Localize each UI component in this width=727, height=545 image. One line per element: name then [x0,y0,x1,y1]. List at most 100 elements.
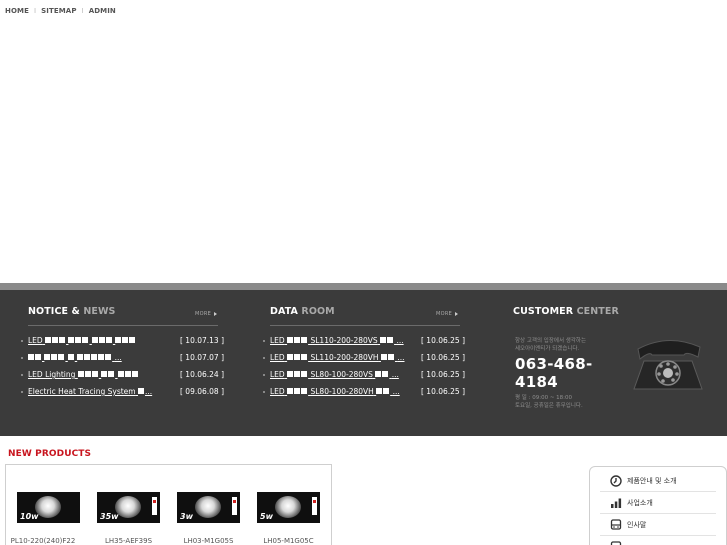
bullet-icon [263,339,265,342]
bullet-icon [263,390,265,393]
notice-item-date: [ 10.06.24 ] [180,370,225,379]
product-watt: 5w [260,512,273,521]
quick-menu-label: 제품안내 및 소개 [627,477,677,485]
band-top-stripe [0,283,727,290]
arrow-right-icon [214,312,218,316]
bullet-icon [21,356,23,359]
dataroom-title: DATA ROOM [270,306,335,317]
dataroom-more-link[interactable]: MORE [436,311,459,317]
notice-item[interactable]: ... [ 10.07.07 ] [21,349,224,366]
notice-item-title[interactable]: Electric Heat Tracing System ... [28,387,152,396]
notice-more-link[interactable]: MORE [195,311,218,317]
lamp-image [195,496,221,518]
notice-item[interactable]: Electric Heat Tracing System ... [ 09.06… [21,383,224,400]
bullet-icon [263,373,265,376]
quick-menu-label: 사업소개 [627,499,653,507]
dataroom-item-date: [ 10.06.25 ] [421,353,466,362]
product-item[interactable]: 3w LH03-M1G05S [177,492,240,545]
bullet-icon [21,390,23,393]
product-thumbnail[interactable]: 5w [257,492,320,523]
divider [600,513,716,514]
notice-title: NOTICE & NEWS [28,306,116,317]
notice-item-date: [ 10.07.13 ] [180,336,225,345]
nav-sitemap-link[interactable]: SITEMAP [41,7,76,15]
dataroom-item-title[interactable]: LED SL80-100-280VS ... [270,370,399,379]
dataroom-item-date: [ 10.06.25 ] [421,387,466,396]
product-item[interactable]: 10w PL10-220(240)F22 [11,492,80,545]
nav-admin-link[interactable]: ADMIN [89,7,116,15]
dataroom-item-title[interactable]: LED SL110-200-280VS ... [270,336,404,345]
dataroom-item-title[interactable]: LED SL110-200-280VH ... [270,353,405,362]
dataroom-item-title[interactable]: LED SL80-100-280VH ... [270,387,400,396]
dataroom-section: DATA ROOM MORE LED SL110-200-280VS ... [… [263,306,465,396]
product-thumbnail[interactable]: 3w [177,492,240,523]
bullet-icon [21,339,23,342]
notice-item-title[interactable]: LED [28,336,136,345]
product-name[interactable]: LH35-AEF39S [97,537,160,545]
divider [28,325,218,326]
product-watt: 10w [20,512,39,521]
notice-section: NOTICE & NEWS MORE LED [ 10.07.13 ] ... … [21,306,224,396]
bus-icon [610,541,622,545]
product-item[interactable]: 35w LH35-AEF39S [97,492,160,545]
quick-menu: 제품안내 및 소개 사업소개 인사말 [589,466,727,545]
nav-separator: I [81,7,84,15]
divider [270,325,460,326]
page: HOME I SITEMAP I ADMIN NOTICE & NEWS MOR… [0,0,727,545]
divider [600,491,716,492]
notice-item-date: [ 09.06.08 ] [180,387,225,396]
new-products-box: 10w PL10-220(240)F22 35w LH35-AEF39S 3w … [5,464,332,545]
lamp-image [275,496,301,518]
clock-icon [610,475,622,487]
dataroom-item-date: [ 10.06.25 ] [421,336,466,345]
bullet-icon [21,373,23,376]
customer-phone-number: 063-468-4184 [515,355,593,391]
customer-hours: 평 일 : 09:00 ~ 18:00 [515,395,573,401]
new-products-title: NEW PRODUCTS [8,449,92,459]
notice-item-date: [ 10.07.07 ] [180,353,225,362]
notice-item-title[interactable]: LED Lighting [28,370,139,379]
customer-title: CUSTOMER CENTER [513,306,619,317]
bus-icon [610,519,622,530]
product-watt: 35w [100,512,119,521]
customer-hours: 토요일, 공휴일은 휴무입니다. [515,403,583,409]
customer-slogan: 세오아이엔티가 되겠습니다. [515,346,580,352]
product-name[interactable]: LH03-M1G05S [177,537,240,545]
bullet-icon [263,356,265,359]
product-item[interactable]: 5w LH05-M1G05C [257,492,320,545]
product-thumbnail[interactable]: 35w [97,492,160,523]
product-tag-icon [152,497,157,515]
product-watt: 3w [180,512,193,521]
customer-slogan: 항상 고객의 입장에서 생각하는 [515,338,587,344]
quick-menu-label: 인사말 [627,521,647,529]
product-name[interactable]: LH05-M1G05C [257,537,320,545]
product-tag-icon [312,497,317,515]
quick-menu-item-business[interactable]: 사업소개 [610,497,653,509]
bar-chart-icon [611,498,622,508]
notice-list: LED [ 10.07.13 ] ... [ 10.07.07 ] LED Li… [21,332,224,400]
info-band: NOTICE & NEWS MORE LED [ 10.07.13 ] ... … [0,290,727,436]
dataroom-item[interactable]: LED SL80-100-280VS ... [ 10.06.25 ] [263,366,465,383]
quick-menu-item-products[interactable]: 제품안내 및 소개 [610,475,677,487]
divider [600,535,716,536]
dataroom-item[interactable]: LED SL80-100-280VH ... [ 10.06.25 ] [263,383,465,400]
dataroom-item[interactable]: LED SL110-200-280VS ... [ 10.06.25 ] [263,332,465,349]
notice-item[interactable]: LED Lighting [ 10.06.24 ] [21,366,224,383]
dataroom-item-date: [ 10.06.25 ] [421,370,466,379]
product-name[interactable]: PL10-220(240)F22 [6,537,80,545]
dataroom-item[interactable]: LED SL110-200-280VH ... [ 10.06.25 ] [263,349,465,366]
top-nav: HOME I SITEMAP I ADMIN [5,7,116,15]
quick-menu-item-greeting[interactable]: 인사말 [610,519,646,531]
notice-item[interactable]: LED [ 10.07.13 ] [21,332,224,349]
nav-home-link[interactable]: HOME [5,7,29,15]
notice-item-title[interactable]: ... [28,353,122,362]
product-tag-icon [232,497,237,515]
customer-section: CUSTOMER CENTER 항상 고객의 입장에서 생각하는 세오아이엔티가… [513,306,628,409]
product-thumbnail[interactable]: 10w [17,492,80,523]
nav-separator: I [33,7,37,15]
quick-menu-item-more[interactable] [610,541,627,545]
dataroom-list: LED SL110-200-280VS ... [ 10.06.25 ] LED… [263,332,465,400]
arrow-right-icon [455,312,459,316]
customer-info: 항상 고객의 입장에서 생각하는 세오아이엔티가 되겠습니다. 063-468-… [515,337,630,410]
telephone-icon [633,339,703,390]
